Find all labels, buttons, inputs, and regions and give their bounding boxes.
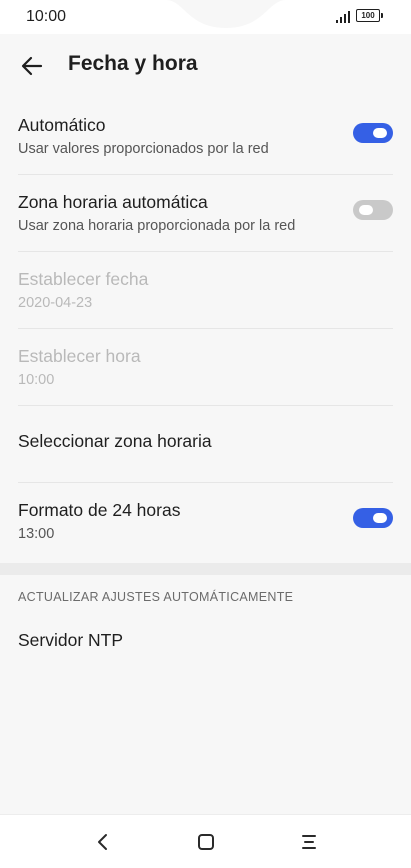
setting-title: Zona horaria automática	[18, 192, 208, 212]
notch	[166, 0, 286, 28]
setting-title: Establecer fecha	[18, 269, 149, 289]
ntp-server-item[interactable]: Servidor NTP	[18, 630, 393, 654]
setting-automatic[interactable]: Automático Usar valores proporcionados p…	[18, 98, 393, 175]
battery-icon: 100	[356, 9, 383, 22]
toggle-knob	[359, 205, 373, 215]
nav-back-button[interactable]	[88, 827, 118, 857]
setting-set-time: Establecer hora 10:00	[18, 329, 393, 406]
signal-icon	[336, 11, 350, 23]
setting-automatic-timezone[interactable]: Zona horaria automática Usar zona horari…	[18, 175, 393, 252]
status-time: 10:00	[26, 8, 67, 25]
navigation-bar	[0, 814, 411, 868]
setting-title: Automático	[18, 115, 106, 135]
app-bar: Fecha y hora	[0, 34, 411, 98]
nav-menu-button[interactable]	[294, 827, 324, 857]
setting-title: Seleccionar zona horaria	[18, 431, 212, 451]
setting-select-timezone[interactable]: Seleccionar zona horaria	[18, 406, 393, 483]
battery-level: 100	[361, 11, 375, 20]
screen: 10:00 100 Fecha y hora Automático Usar v…	[0, 0, 411, 868]
toggle-knob	[373, 128, 387, 138]
nav-home-button[interactable]	[191, 827, 221, 857]
setting-24-hour-format[interactable]: Formato de 24 horas 13:00	[18, 483, 393, 560]
back-button[interactable]	[14, 48, 50, 84]
setting-subtitle: Usar valores proporcionados por la red	[18, 141, 269, 157]
arrow-left-icon	[21, 56, 43, 76]
automatic-timezone-toggle[interactable]	[353, 200, 393, 220]
setting-set-date: Establecer fecha 2020-04-23	[18, 252, 393, 329]
page-title: Fecha y hora	[68, 52, 198, 75]
automatic-toggle[interactable]	[353, 123, 393, 143]
setting-subtitle: 13:00	[18, 526, 55, 542]
24-hour-format-toggle[interactable]	[353, 508, 393, 528]
home-icon	[198, 834, 214, 850]
setting-subtitle: 2020-04-23	[18, 295, 93, 311]
setting-subtitle: Usar zona horaria proporcionada por la r…	[18, 218, 296, 234]
toggle-knob	[373, 513, 387, 523]
back-icon	[98, 834, 107, 850]
menu-icon	[302, 835, 316, 849]
section-header: ACTUALIZAR AJUSTES AUTOMÁTICAMENTE	[18, 590, 294, 604]
section-divider	[0, 563, 411, 575]
setting-subtitle: 10:00	[18, 372, 55, 388]
setting-title: Establecer hora	[18, 346, 141, 366]
setting-title: Formato de 24 horas	[18, 500, 181, 520]
settings-list: Automático Usar valores proporcionados p…	[0, 98, 411, 560]
